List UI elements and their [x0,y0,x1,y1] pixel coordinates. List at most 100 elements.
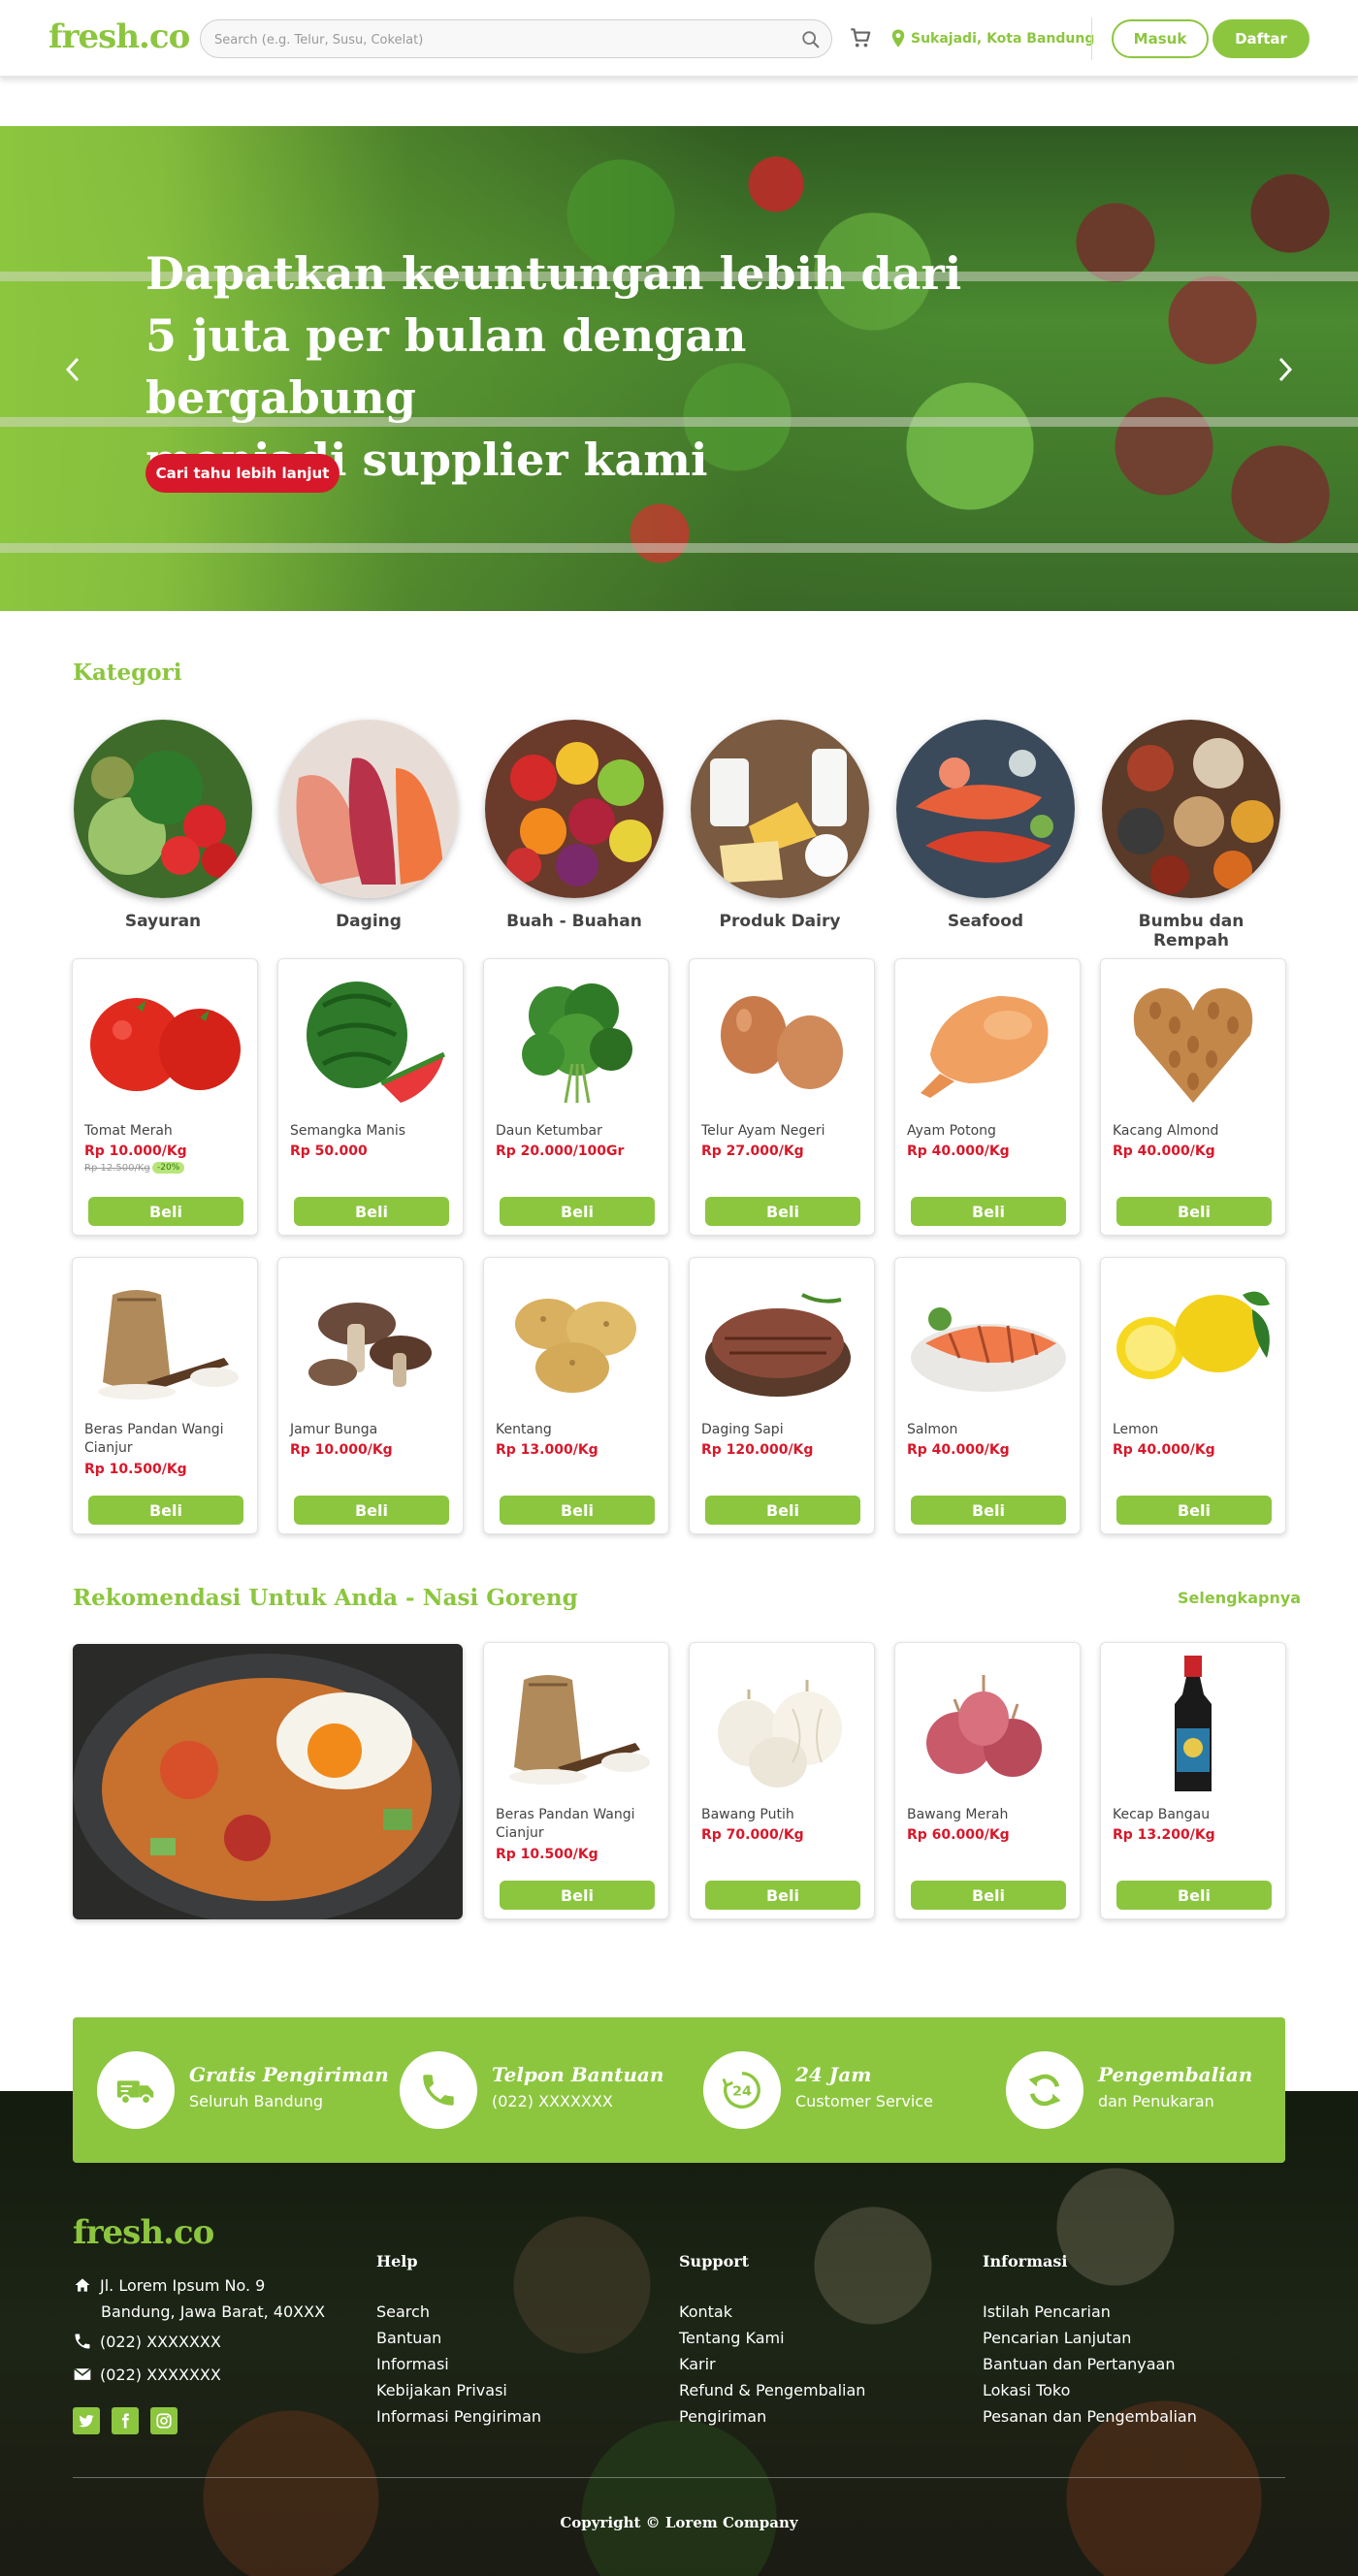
cart-icon[interactable] [848,25,873,50]
categories-title: Kategori [73,660,182,686]
facebook-button[interactable] [112,2407,139,2434]
product-name: Semangka Manis [290,1123,406,1139]
product-card[interactable]: Salmon Rp 40.000/Kg Beli [894,1257,1081,1534]
footer-link-shipping-info[interactable]: Informasi Pengiriman [376,2407,541,2426]
twitter-icon [79,2415,94,2428]
footer-link-store-location[interactable]: Lokasi Toko [983,2381,1070,2399]
buy-button[interactable]: Beli [294,1197,449,1226]
category-buah[interactable]: Buah - Buahan [482,720,666,943]
footer-link-faq[interactable]: Bantuan dan Pertanyaan [983,2355,1176,2373]
footer-link-privacy[interactable]: Kebijakan Privasi [376,2381,507,2399]
product-card[interactable]: Daging Sapi Rp 120.000/Kg Beli [689,1257,875,1534]
product-price: Rp 10.500/Kg [496,1847,598,1862]
watermelon-image [307,982,446,1103]
buy-button[interactable]: Beli [500,1197,655,1226]
buy-button[interactable]: Beli [294,1496,449,1525]
product-card[interactable]: Bawang Merah Rp 60.000/Kg Beli [894,1642,1081,1919]
product-card[interactable]: Semangka Manis Rp 50.000 Beli [277,958,464,1236]
buy-button[interactable]: Beli [705,1496,860,1525]
category-daging[interactable]: Daging [276,720,461,943]
product-card[interactable]: Beras Pandan Wangi Cianjur Rp 10.500/Kg … [483,1642,669,1919]
hero-banner: Dapatkan keuntungan lebih dari 5 juta pe… [0,126,1358,611]
feature-subtitle: Seluruh Bandung [189,2092,324,2110]
carousel-next-button[interactable] [1271,345,1300,394]
footer-link-bantuan[interactable]: Bantuan [376,2329,441,2347]
hero-cta-button[interactable]: Cari tahu lebih lanjut [146,454,340,493]
product-card[interactable]: Ayam Potong Rp 40.000/Kg Beli [894,958,1081,1236]
instagram-button[interactable] [150,2407,178,2434]
product-card[interactable]: Jamur Bunga Rp 10.000/Kg Beli [277,1257,464,1534]
buy-button[interactable]: Beli [911,1197,1066,1226]
email-text: (022) XXXXXXX [100,2365,221,2384]
eggs-image [721,996,843,1089]
buy-button[interactable]: Beli [705,1881,860,1910]
vegetables-image [74,720,252,898]
logo[interactable]: fresh.co [48,17,190,56]
product-name: Bawang Putih [701,1807,794,1822]
location-selector[interactable]: Sukajadi, Kota Bandung [889,27,1094,50]
footer-link-career[interactable]: Karir [679,2355,716,2373]
footer-link-advanced-search[interactable]: Pencarian Lanjutan [983,2329,1131,2347]
product-card[interactable]: Telur Ayam Negeri Rp 27.000/Kg Beli [689,958,875,1236]
product-name: Jamur Bunga [290,1422,378,1437]
product-card[interactable]: Daun Ketumbar Rp 20.000/100Gr Beli [483,958,669,1236]
product-card[interactable]: Beras Pandan Wangi Cianjur Rp 10.500/Kg … [72,1257,258,1534]
feature-item: Gratis Pengiriman Seluruh Bandung [97,2051,389,2129]
category-sayuran[interactable]: Sayuran [71,720,255,943]
buy-button[interactable]: Beli [1116,1881,1272,1910]
footer-link-informasi[interactable]: Informasi [376,2355,449,2373]
footer-column-title: Support [679,2252,750,2270]
register-button[interactable]: Daftar [1212,19,1310,58]
buy-button[interactable]: Beli [500,1496,655,1525]
see-more-link[interactable]: Selengkapnya [1178,1589,1301,1607]
product-name: Kentang [496,1422,552,1437]
twitter-button[interactable] [73,2407,100,2434]
buy-button[interactable]: Beli [500,1881,655,1910]
buy-button[interactable]: Beli [1116,1197,1272,1226]
product-card[interactable]: Kacang Almond Rp 40.000/Kg Beli [1100,958,1286,1236]
header: fresh.co Sukajadi, Kota Bandung Masuk Da… [0,0,1358,78]
product-name: Kecap Bangau [1113,1807,1211,1822]
footer-link-search[interactable]: Search [376,2302,430,2321]
footer-link-orders-returns[interactable]: Pesanan dan Pengembalian [983,2407,1197,2426]
footer-link-about[interactable]: Tentang Kami [679,2329,785,2347]
footer-link-contact[interactable]: Kontak [679,2302,732,2321]
address-text: Bandung, Jawa Barat, 40XXX [101,2302,326,2321]
buy-button[interactable]: Beli [88,1496,243,1525]
buy-button[interactable]: Beli [911,1496,1066,1525]
buy-button[interactable]: Beli [911,1881,1066,1910]
buy-button[interactable]: Beli [705,1197,860,1226]
category-bumbu[interactable]: Bumbu dan Rempah [1099,720,1283,950]
footer: fresh.co Jl. Lorem Ipsum No. 9 Bandung, … [0,2091,1358,2576]
product-price: Rp 10.000/Kg [84,1143,187,1159]
search-icon[interactable] [800,29,822,50]
home-icon [75,2278,90,2292]
carousel-prev-button[interactable] [58,345,87,394]
chevron-right-icon [1278,357,1293,382]
footer-link-refund[interactable]: Refund & Pengembalian [679,2381,865,2399]
product-card[interactable]: Bawang Putih Rp 70.000/Kg Beli [689,1642,875,1919]
product-card[interactable]: Tomat Merah Rp 10.000/Kg Rp 12.500/Kg -2… [72,958,258,1236]
category-dairy[interactable]: Produk Dairy [688,720,872,943]
product-card[interactable]: Kentang Rp 13.000/Kg Beli [483,1257,669,1534]
feature-title: Pengembalian [1098,2063,1253,2086]
buy-button[interactable]: Beli [1116,1496,1272,1525]
buy-button[interactable]: Beli [88,1197,243,1226]
product-price: Rp 27.000/Kg [701,1143,804,1159]
footer-link-search-terms[interactable]: Istilah Pencarian [983,2302,1111,2321]
seafood-image [896,720,1075,898]
product-card[interactable]: Kecap Bangau Rp 13.200/Kg Beli [1100,1642,1286,1919]
category-seafood[interactable]: Seafood [893,720,1078,943]
clock-24-icon: 24 [703,2051,781,2129]
product-card[interactable]: Lemon Rp 40.000/Kg Beli [1100,1257,1286,1534]
category-label: Bumbu dan Rempah [1138,912,1245,950]
mushroom-image [308,1303,432,1387]
product-name: Ayam Potong [907,1123,996,1139]
features-banner: Gratis Pengiriman Seluruh Bandung Telpon… [73,2017,1285,2163]
login-button[interactable]: Masuk [1112,19,1209,58]
search-bar[interactable] [200,19,832,58]
location-label: Sukajadi, Kota Bandung [911,31,1095,47]
footer-link-delivery[interactable]: Pengiriman [679,2407,766,2426]
footer-logo[interactable]: fresh.co [73,2213,214,2252]
search-input[interactable] [214,29,777,50]
